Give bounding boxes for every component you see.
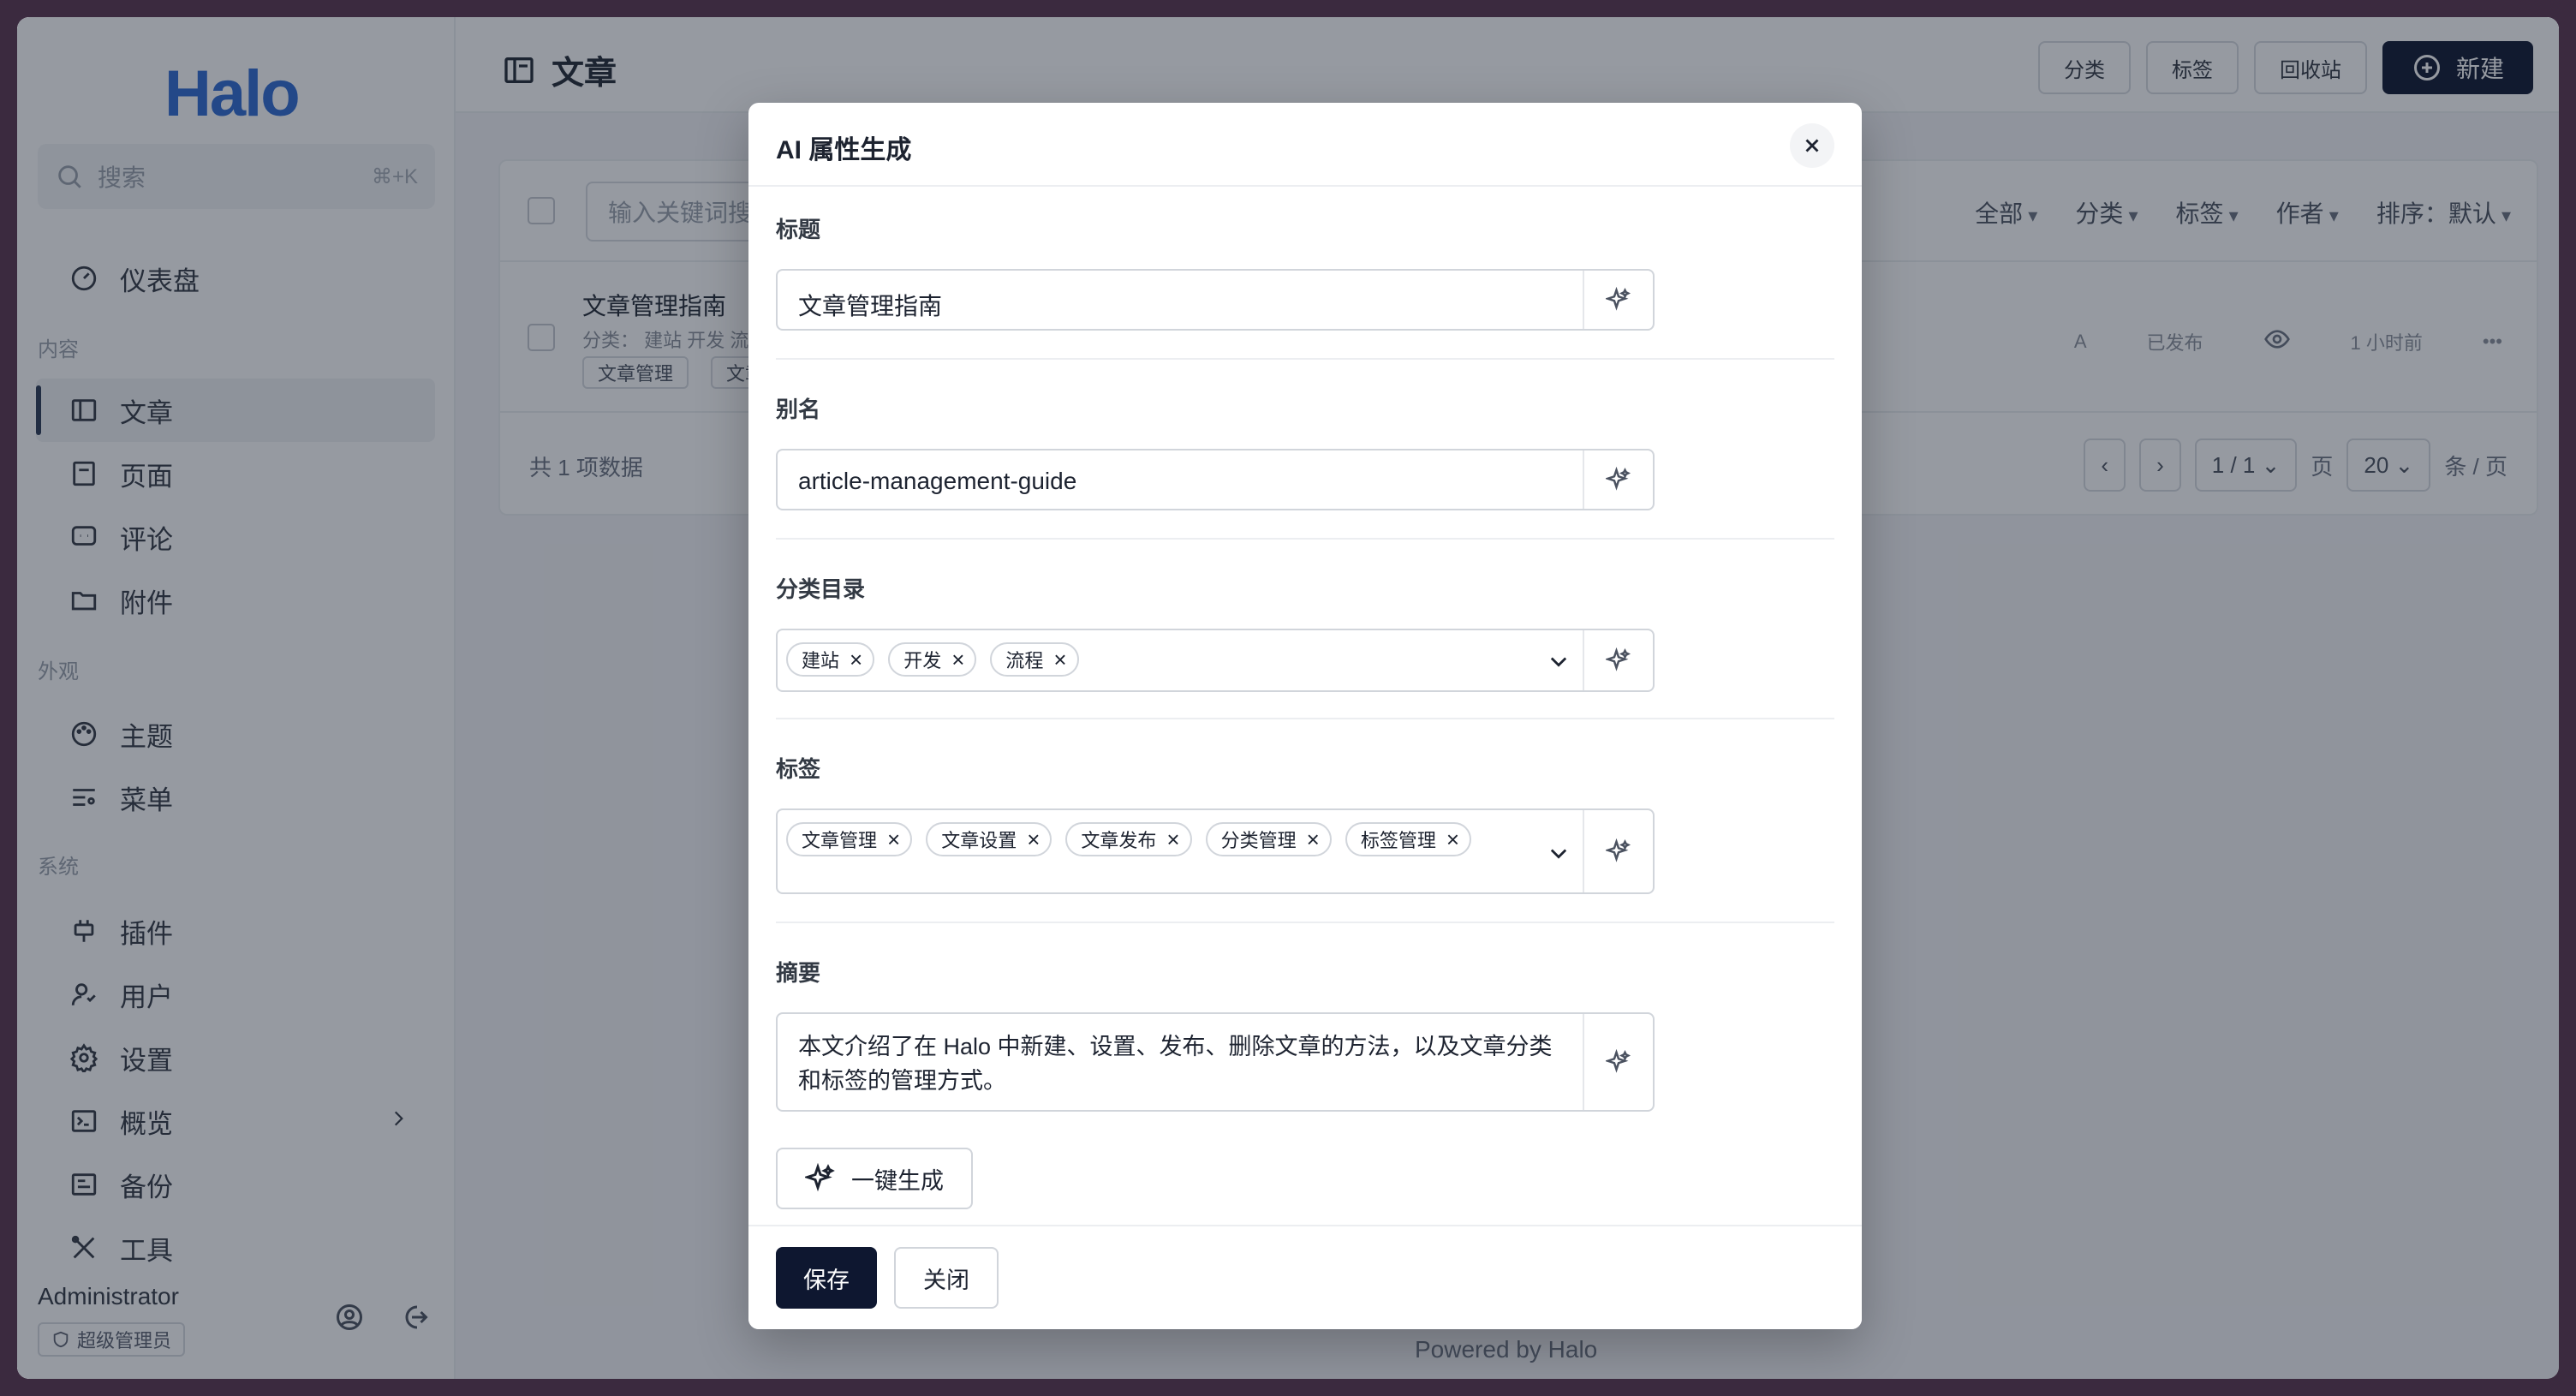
chip-label: 文章管理 (802, 830, 878, 851)
title-label: 标题 (776, 217, 821, 242)
remove-chip-icon[interactable]: × (1166, 828, 1179, 850)
tag-chip: 文章发布 × (1065, 822, 1192, 856)
sparkle-icon (805, 1163, 835, 1192)
remove-chip-icon[interactable]: × (1446, 828, 1459, 850)
chip-label: 流程 (1005, 650, 1044, 671)
category-chip: 开发 × (888, 642, 977, 677)
close-button[interactable]: 关闭 (894, 1247, 999, 1309)
categories-field[interactable]: 建站 × 开发 × 流程 × (776, 629, 1655, 692)
remove-chip-icon[interactable]: × (887, 828, 900, 850)
remove-chip-icon[interactable]: × (1307, 828, 1320, 850)
ai-generate-tags-button[interactable] (1583, 810, 1653, 892)
chevron-down-icon[interactable] (1547, 841, 1571, 865)
ai-attributes-dialog: AI 属性生成 标题 文章管理指南 别名 article-management-… (748, 103, 1862, 1329)
tag-chip: 文章管理 × (786, 822, 913, 856)
divider (776, 538, 1834, 540)
tags-field[interactable]: 文章管理 × 文章设置 × 文章发布 × 分类管理 × 标签管理 × (776, 808, 1655, 894)
dialog-footer: 保存 关闭 (748, 1225, 1862, 1329)
tag-chips: 文章管理 × 文章设置 × 文章发布 × 分类管理 × 标签管理 × (786, 822, 1540, 856)
category-chip: 建站 × (786, 642, 875, 677)
chip-label: 分类管理 (1220, 830, 1297, 851)
chevron-down-icon[interactable] (1547, 649, 1571, 673)
chip-label: 标签管理 (1360, 830, 1436, 851)
slug-field[interactable]: article-management-guide (776, 449, 1655, 510)
remove-chip-icon[interactable]: × (1053, 648, 1066, 671)
ai-generate-summary-button[interactable] (1583, 1014, 1653, 1110)
sparkle-icon (1606, 647, 1631, 671)
summary-value: 本文介绍了在 Halo 中新建、设置、发布、删除文章的方法，以及文章分类和标签的… (798, 1034, 1553, 1094)
dialog-header: AI 属性生成 (748, 103, 1862, 187)
title-value: 文章管理指南 (798, 293, 943, 319)
remove-chip-icon[interactable]: × (850, 648, 862, 671)
tag-chip: 分类管理 × (1205, 822, 1332, 856)
divider (776, 718, 1834, 719)
app-window: Halo 搜索 ⌘+K 仪表盘 内容 文章 页面 评论 附件 外观 主题 菜单 … (17, 17, 2559, 1379)
remove-chip-icon[interactable]: × (1027, 828, 1040, 850)
divider (776, 922, 1834, 923)
title-field[interactable]: 文章管理指南 (776, 269, 1655, 331)
chip-label: 建站 (802, 650, 840, 671)
save-button[interactable]: 保存 (776, 1247, 877, 1309)
generate-all-label: 一键生成 (851, 1167, 944, 1194)
generate-all-button[interactable]: 一键生成 (776, 1148, 973, 1209)
close-icon[interactable] (1790, 123, 1834, 168)
tags-label: 标签 (776, 756, 821, 782)
ai-generate-slug-button[interactable] (1583, 450, 1653, 509)
slug-label: 别名 (776, 397, 821, 422)
dialog-title: AI 属性生成 (776, 136, 912, 164)
chip-label: 文章设置 (941, 830, 1017, 851)
summary-textarea[interactable]: 本文介绍了在 Halo 中新建、设置、发布、删除文章的方法，以及文章分类和标签的… (776, 1012, 1655, 1112)
sparkle-icon (1606, 467, 1631, 491)
chip-label: 开发 (903, 650, 942, 671)
tag-chip: 文章设置 × (926, 822, 1052, 856)
remove-chip-icon[interactable]: × (951, 648, 964, 671)
tag-chip: 标签管理 × (1345, 822, 1472, 856)
ai-generate-categories-button[interactable] (1583, 630, 1653, 690)
category-chips: 建站 × 开发 × 流程 × (786, 642, 1540, 677)
divider (776, 358, 1834, 360)
category-chip: 流程 × (990, 642, 1079, 677)
ai-generate-title-button[interactable] (1583, 271, 1653, 329)
categories-label: 分类目录 (776, 576, 866, 602)
sparkle-icon (1606, 1049, 1631, 1073)
chip-label: 文章发布 (1081, 830, 1157, 851)
sparkle-icon (1606, 838, 1631, 862)
summary-label: 摘要 (776, 960, 821, 986)
sparkle-icon (1606, 287, 1631, 311)
slug-value: article-management-guide (798, 468, 1077, 494)
